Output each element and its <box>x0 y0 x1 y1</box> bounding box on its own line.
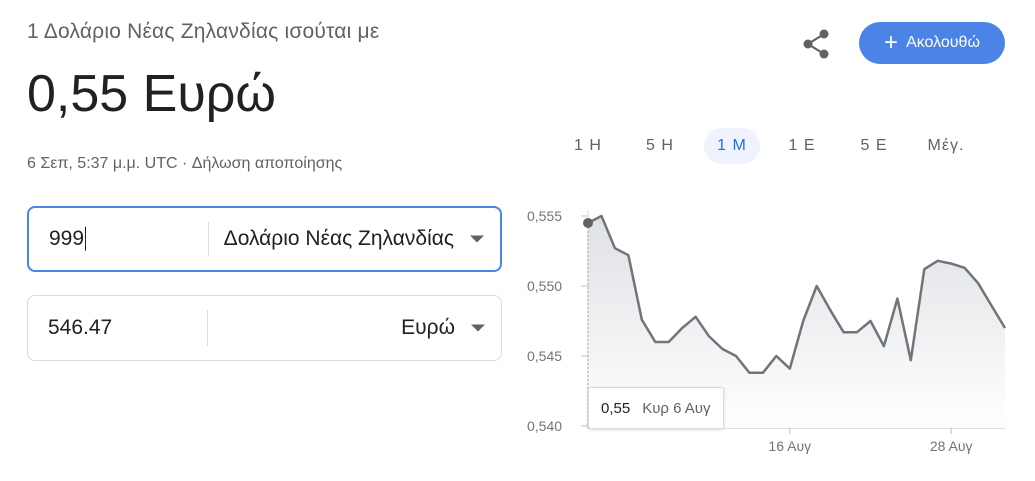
y-tick-label: 0,545 <box>527 348 562 364</box>
chart-tooltip: 0,55 Κυρ 6 Αυγ <box>588 387 724 429</box>
to-currency-select[interactable]: Ευρώ <box>401 316 455 340</box>
to-currency-box: 546.47 Ευρώ <box>27 295 502 361</box>
share-icon <box>803 29 829 59</box>
tab-1-year[interactable]: 1 Ε <box>774 128 830 164</box>
timestamp: 6 Σεπ, 5:37 μ.μ. UTC · <box>27 155 192 172</box>
from-currency-select[interactable]: Δολάριο Νέας Ζηλανδίας <box>224 227 454 251</box>
chevron-down-icon[interactable] <box>471 324 485 332</box>
conversion-result: 0,55 Ευρώ <box>27 65 276 123</box>
plus-icon: + <box>884 29 899 56</box>
from-currency-box: 999 Δολάριο Νέας Ζηλανδίας <box>27 206 502 272</box>
text-cursor <box>85 227 87 252</box>
share-button[interactable] <box>797 25 835 63</box>
divider <box>208 222 209 256</box>
tooltip-value: 0,55 <box>601 399 631 417</box>
disclaimer-link[interactable]: Δήλωση αποποίησης <box>192 155 342 172</box>
chevron-down-icon[interactable] <box>470 235 484 243</box>
y-tick-label: 0,555 <box>527 208 562 224</box>
follow-button[interactable]: + Ακολουθώ <box>859 22 1005 64</box>
tooltip-date: Κυρ 6 Αυγ <box>642 399 711 417</box>
tab-1-month[interactable]: 1 Μ <box>704 128 760 164</box>
y-tick-label: 0,540 <box>527 418 562 434</box>
hover-point <box>583 218 593 228</box>
tab-1-day[interactable]: 1 Η <box>560 128 616 164</box>
conversion-subtitle: 1 Δολάριο Νέας Ζηλανδίας ισούται με <box>27 20 380 43</box>
divider <box>207 310 208 346</box>
x-tick-label: 16 Αυγ <box>768 438 811 454</box>
from-amount-input[interactable]: 999 <box>49 226 87 252</box>
tab-5-years[interactable]: 5 Ε <box>846 128 902 164</box>
follow-label: Ακολουθώ <box>906 34 980 51</box>
tab-max[interactable]: Μέγ. <box>916 128 976 164</box>
from-amount-value: 999 <box>49 226 85 250</box>
to-amount-input[interactable]: 546.47 <box>48 316 112 340</box>
timestamp-line: 6 Σεπ, 5:37 μ.μ. UTC · Δήλωση αποποίησης <box>27 155 342 173</box>
x-tick-label: 28 Αυγ <box>930 438 973 454</box>
y-tick-label: 0,550 <box>527 278 562 294</box>
time-range-tabs: 1 Η 5 Η 1 Μ 1 Ε 5 Ε Μέγ. <box>560 128 990 164</box>
tab-5-days[interactable]: 5 Η <box>632 128 688 164</box>
